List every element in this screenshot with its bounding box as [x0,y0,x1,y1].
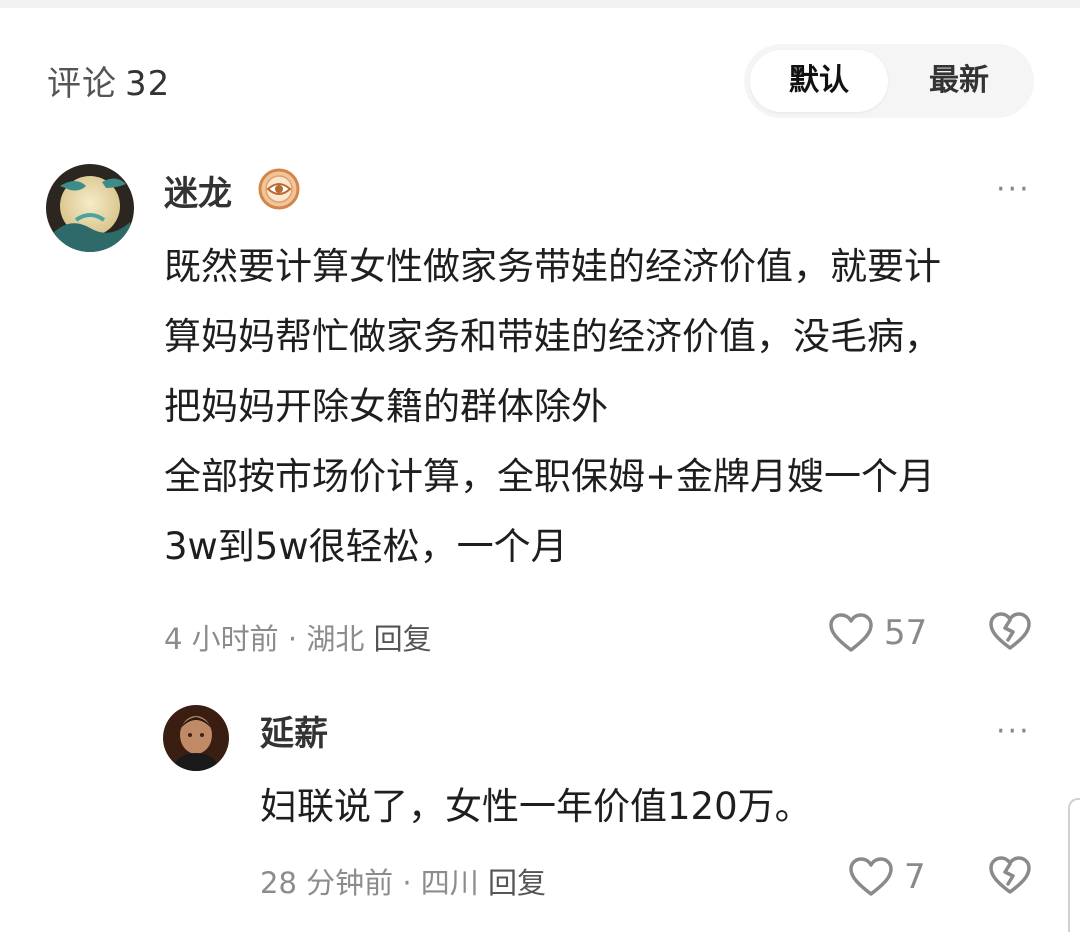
sort-toggle: 默认 最新 [744,44,1034,118]
comment-location: 四川 [420,866,479,900]
comments-label: 评论 [47,64,117,104]
like-button[interactable]: 7 [848,856,926,898]
comment-meta: 28 分钟前 · 四川 回复 [260,860,546,902]
comment-time: 28 分钟前 [260,866,394,900]
comment-text: 既然要计算女性做家务带娃的经济价值，就要计 算妈妈帮忙做家务和带娃的经济价值，没… [164,232,941,582]
dislike-button[interactable] [988,854,1032,900]
comment-text-line: 把妈妈开除女籍的群体除外 [164,385,608,428]
sort-default-button[interactable]: 默认 [750,50,888,112]
like-count: 7 [904,857,926,897]
comment-text-line: 全部按市场价计算，全职保姆+金牌月嫂一个月 [164,455,936,498]
avatar[interactable] [46,164,134,252]
meta-separator: · [402,866,421,900]
broken-heart-icon [989,612,1031,650]
comments-count-header: 评论 32 [47,56,170,105]
broken-heart-icon [989,856,1031,894]
comment-text: 妇联说了，女性一年价值120万。 [260,772,812,842]
like-count: 57 [884,613,928,653]
comment-time: 4 小时前 [164,622,279,656]
top-divider-strip [0,0,1080,8]
heart-icon [829,613,873,652]
sort-latest-button[interactable]: 最新 [890,50,1028,112]
avatar[interactable] [163,705,229,771]
comment-meta: 4 小时前 · 湖北 回复 [164,616,432,658]
comment-text-line: 妇联说了，女性一年价值120万。 [260,785,812,828]
reply-button[interactable]: 回复 [374,622,432,656]
more-options-icon[interactable]: ··· [996,175,1031,205]
eye-badge-icon [258,168,300,214]
comment-username[interactable]: 迷龙 [164,166,232,215]
like-button[interactable]: 57 [828,612,927,654]
meta-separator: · [287,622,307,656]
dislike-button[interactable] [988,610,1032,656]
more-options-icon[interactable]: ··· [996,717,1031,747]
comment-text-line: 既然要计算女性做家务带娃的经济价值，就要计 [164,245,941,288]
scroll-indicator[interactable] [1068,798,1080,932]
comment-location: 湖北 [306,622,365,656]
comment-text-line: 算妈妈帮忙做家务和带娃的经济价值，没毛病， [164,315,941,358]
reply-button[interactable]: 回复 [488,866,546,900]
comment-text-line: 3w到5w很轻松，一个月 [164,525,568,568]
heart-icon [849,857,893,896]
comments-count: 32 [125,64,171,104]
comment-username[interactable]: 延薪 [260,706,328,755]
